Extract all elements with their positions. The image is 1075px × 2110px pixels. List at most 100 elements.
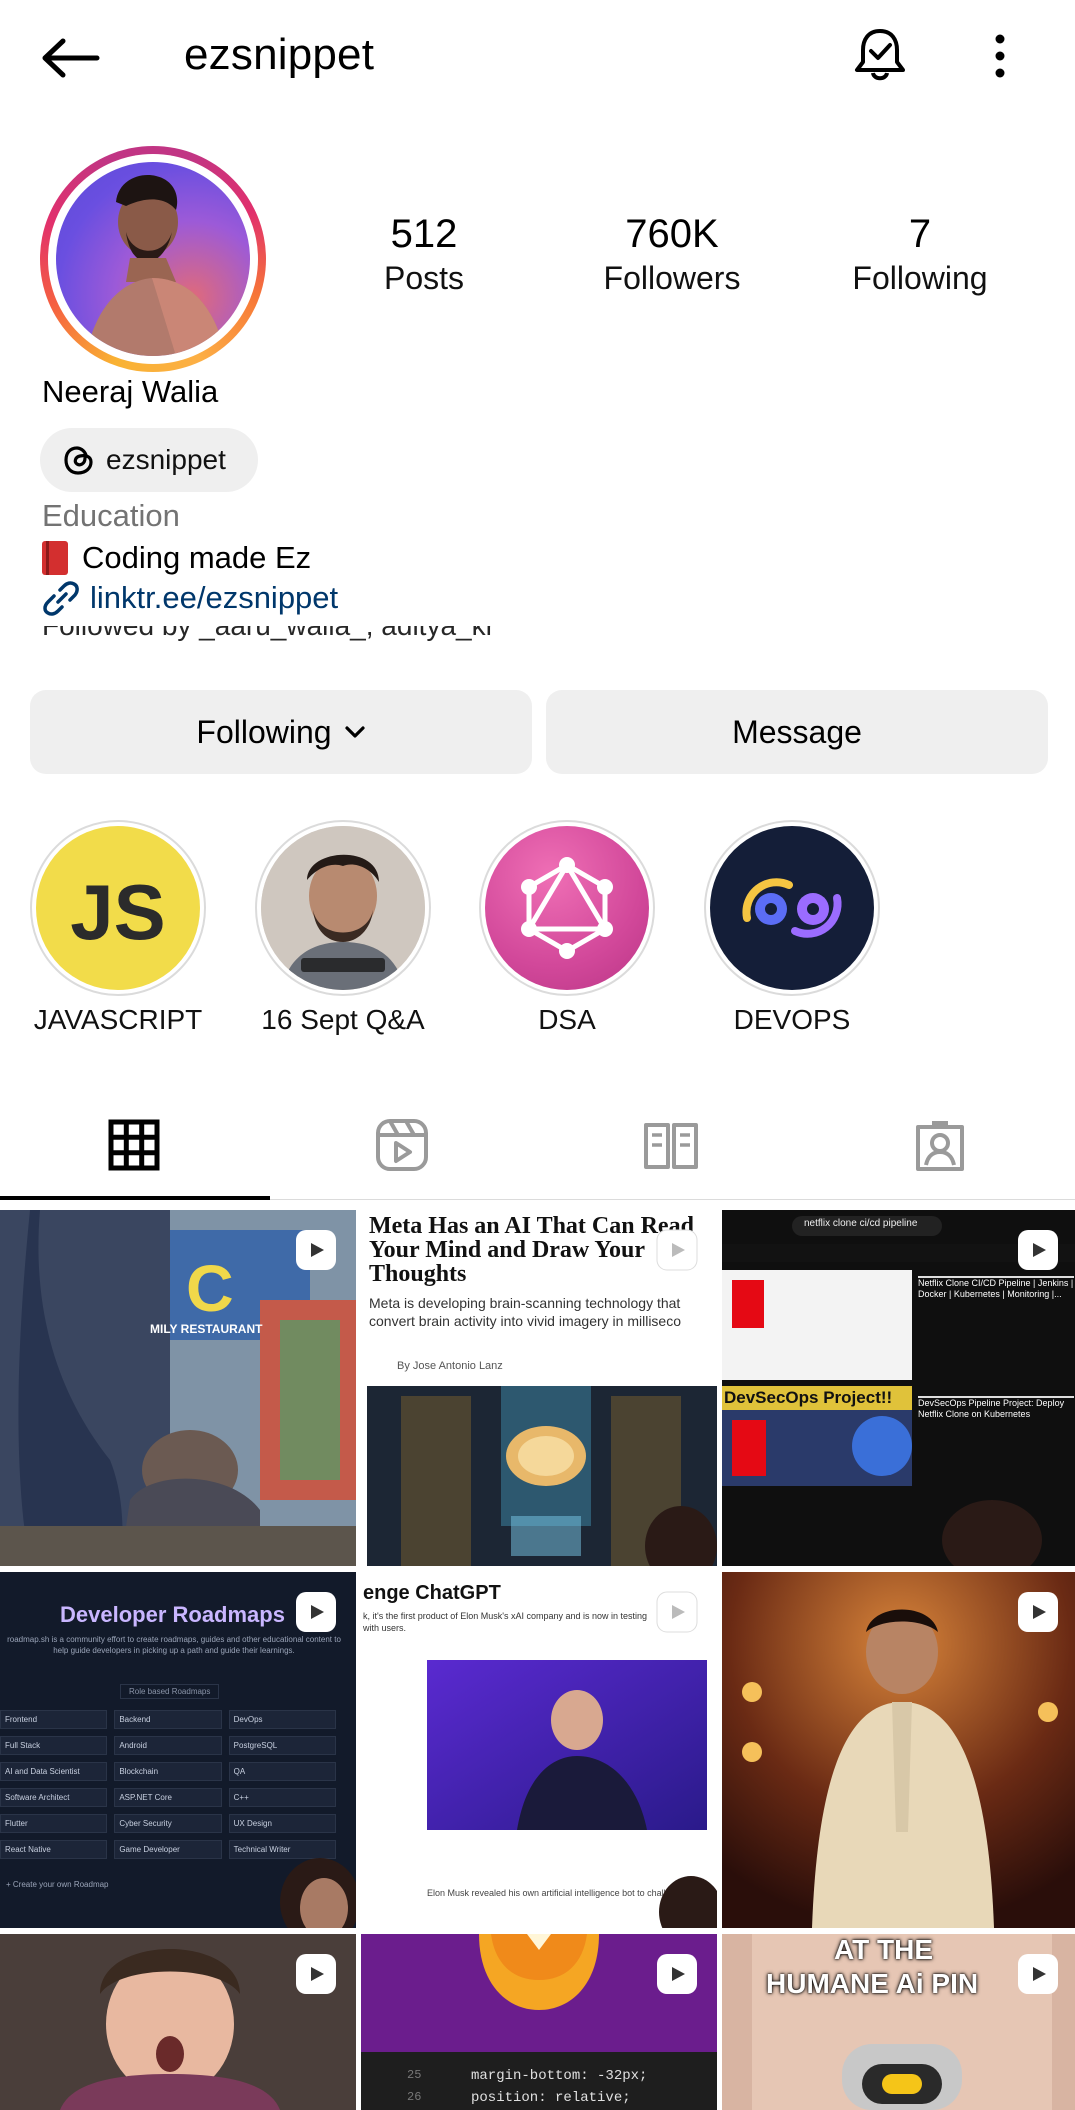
following-count[interactable]: 7 Following [830,210,1010,298]
reel-badge-icon [296,1230,336,1270]
post-headline: enge ChatGPT [363,1582,501,1604]
highlight-cover [710,826,874,990]
roadmap-item: AI and Data Scientist [0,1762,108,1781]
arrow-left-icon [42,38,100,78]
bio-link[interactable]: linktr.ee/ezsnippet [40,580,338,616]
roadmap-item: Backend [114,1710,222,1729]
post-tile[interactable]: Meta Has an AI That Can Read Your Mind a… [361,1210,717,1566]
reel-badge-icon [1018,1954,1058,1994]
profile-username: ezsnippet [184,30,375,79]
chevron-down-icon [344,726,365,738]
roadmap-item: Android [114,1736,222,1755]
post-caption: Elon Musk revealed his own artificial in… [427,1888,676,1898]
grid-icon [108,1119,160,1171]
post-code-linenum: 25 [407,2068,422,2082]
reel-badge-icon [657,1954,697,1994]
reel-badge-icon [1018,1230,1058,1270]
post-banner-text: DevSecOps Project!! [724,1388,893,1407]
post-tile[interactable] [722,1572,1075,1928]
notifications-button[interactable] [848,24,912,88]
roadmap-item: QA [228,1762,336,1781]
post-tile[interactable]: netflix clone ci/cd pipeline DevSecOps P… [722,1210,1075,1566]
bio-link-text: linktr.ee/ezsnippet [90,580,339,615]
reel-badge-icon [1018,1592,1058,1632]
threads-badge[interactable]: ezsnippet [40,428,258,492]
post-sign-text: C [186,1251,234,1325]
followers-count[interactable]: 760K Followers [582,210,762,298]
post-byline: By Jose Antonio Lanz [397,1360,503,1372]
posts-count-value: 512 [390,212,458,256]
graphql-icon [521,857,613,959]
roadmap-item: Full Stack [0,1736,108,1755]
reel-badge-icon [656,1229,698,1271]
tab-guides[interactable] [537,1100,805,1190]
book-icon [42,541,68,575]
roadmap-item: DevOps [228,1710,336,1729]
highlight-qa[interactable]: 16 Sept Q&A [253,820,433,1036]
posts-count[interactable]: 512 Posts [334,210,514,298]
followed-by-text[interactable]: Followed by _aaru_walia_, aditya_kr [42,626,495,650]
post-subhead: k, it's the first product of Elon Musk's… [363,1611,648,1633]
post-tile[interactable]: Developer Roadmaps roadmap.sh is a commu… [0,1572,356,1928]
post-tile[interactable]: AT THE HUMANE Ai PIN [722,1934,1075,2110]
post-tile[interactable]: 25 margin-bottom: -32px; 26 position: re… [361,1934,717,2110]
post-subhead: Meta is developing brain-scanning techno… [369,1295,681,1329]
post-create-roadmap: + Create your own Roadmap [6,1880,109,1889]
bio-text-content: Coding made Ez [82,540,312,575]
bio-text: Coding made Ez [42,540,311,576]
link-icon [43,581,79,616]
display-name: Neeraj Walia [42,374,219,409]
following-button-label: Following [196,713,332,750]
post-video1-title: Netflix Clone CI/CD Pipeline | Jenkins |… [918,1278,1075,1300]
reel-badge-icon [296,1954,336,1994]
post-video2-title: DevSecOps Pipeline Project: Deploy Netfl… [918,1398,1075,1420]
roadmap-item: PostgreSQL [228,1736,336,1755]
creator-face [280,1858,356,1928]
threads-icon [64,446,93,475]
highlight-devops[interactable]: DEVOPS [702,820,882,1036]
highlight-javascript[interactable]: JS JAVASCRIPT [28,820,208,1036]
tab-tagged[interactable] [806,1100,1074,1190]
more-options-button[interactable] [970,24,1030,88]
post-tile[interactable]: C MILY RESTAURANT [0,1210,356,1566]
tab-reels[interactable] [268,1100,536,1190]
highlight-ring [704,820,880,996]
roadmap-item: ASP.NET Core [114,1788,222,1807]
roadmap-item: Frontend [0,1710,108,1729]
highlight-label: 16 Sept Q&A [261,1004,425,1035]
active-tab-indicator [0,1196,270,1200]
guides-icon [644,1123,698,1169]
highlight-dsa[interactable]: DSA [477,820,657,1036]
qa-portrait [261,826,425,990]
following-count-value: 7 [908,212,932,256]
highlight-label: JAVASCRIPT [33,1004,203,1035]
post-section: Role based Roadmaps [120,1684,220,1699]
tab-posts-grid[interactable] [0,1100,268,1190]
message-button[interactable]: Message [546,690,1048,774]
post-search-text: netflix clone ci/cd pipeline [804,1218,918,1229]
js-logo-text: JS [70,867,166,956]
highlight-cover: JS [36,826,200,990]
roadmap-item: React Native [0,1840,108,1859]
devops-gears-icon [742,878,842,938]
posts-count-label: Posts [383,260,465,296]
back-button[interactable] [36,28,106,88]
reel-badge-icon [296,1592,336,1632]
followed-by-content: Followed by _aaru_walia_, aditya_kr [42,626,495,641]
roadmap-grid: Frontend Backend DevOps Full Stack Android Po… [0,1710,336,1859]
roadmap-item: Game Developer [114,1840,222,1859]
post-caption-top: AT THE [834,1934,934,1965]
highlight-label: DEVOPS [733,1004,851,1035]
followers-count-label: Followers [603,260,741,296]
tagged-icon [916,1121,964,1171]
profile-category: Education [42,498,180,533]
post-caption-bottom: HUMANE Ai PIN [766,1968,979,1999]
post-tile[interactable] [0,1934,356,2110]
highlight-ring [255,820,431,996]
avatar[interactable] [56,162,250,356]
following-button[interactable]: Following [30,690,532,774]
post-tile[interactable]: enge ChatGPT k, it's the first product o… [361,1572,717,1928]
highlight-cover [261,826,425,990]
more-vertical-icon [995,34,1005,78]
followers-count-value: 760K [625,212,719,256]
